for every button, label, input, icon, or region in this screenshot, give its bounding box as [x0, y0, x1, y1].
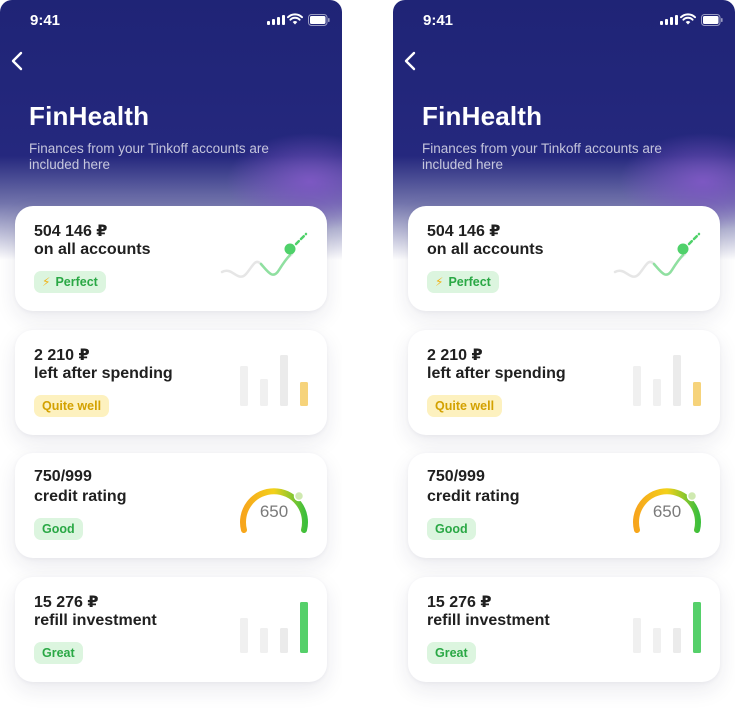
status-badge: Great	[34, 642, 83, 664]
lightning-icon: ⚡	[435, 275, 444, 289]
card-accounts[interactable]: 504 146 ₽ on all accounts ⚡ Perfect	[408, 206, 720, 311]
status-time: 9:41	[30, 12, 61, 29]
bar-chart-icon	[633, 355, 701, 406]
chart-bar	[653, 379, 661, 406]
card-description: on all accounts	[427, 241, 544, 258]
badge-label: Quite well	[42, 399, 102, 413]
card-value: 15 276 ₽	[34, 594, 99, 611]
status-badge: Good	[34, 518, 83, 540]
chart-bar	[300, 382, 308, 406]
gauge-value: 650	[653, 502, 681, 521]
chart-bar	[240, 618, 248, 653]
card-spending[interactable]: 2 210 ₽ left after spending Quite well	[408, 330, 720, 435]
card-investment[interactable]: 15 276 ₽ refill investment Great	[408, 577, 720, 682]
phone-screen-left: 9:41 FinHealth Finances from your Tinkof…	[0, 0, 342, 709]
back-arrow-icon[interactable]	[401, 50, 423, 72]
gauge-value: 650	[260, 502, 288, 521]
phone-screen-right: 9:41 FinHealth Finances from your Tinkof…	[393, 0, 735, 709]
status-time: 9:41	[423, 12, 454, 29]
badge-label: Perfect	[448, 275, 491, 289]
card-description: left after spending	[427, 365, 566, 382]
cellular-signal-icon	[267, 15, 285, 25]
chart-bar	[240, 366, 248, 406]
page-subtitle: Finances from your Tinkoff accounts are …	[422, 141, 662, 172]
bar-chart-icon	[633, 602, 701, 653]
status-badge: Quite well	[427, 395, 503, 417]
chart-bar	[260, 379, 268, 406]
card-value: 2 210 ₽	[34, 347, 90, 364]
wifi-icon	[287, 13, 303, 25]
cellular-signal-icon	[660, 15, 678, 25]
wifi-icon	[680, 13, 696, 25]
chart-bar	[673, 628, 681, 653]
status-badge: ⚡ Perfect	[427, 271, 499, 293]
chart-bar	[300, 602, 308, 653]
chart-bar	[653, 628, 661, 653]
chart-bar	[280, 355, 288, 406]
card-value: 750/999	[34, 468, 92, 485]
card-description: refill investment	[427, 612, 550, 629]
gauge-icon: 650	[633, 488, 701, 533]
page-title: FinHealth	[29, 101, 150, 131]
gauge-icon: 650	[240, 488, 308, 533]
chart-bar	[693, 382, 701, 406]
chart-bar	[260, 628, 268, 653]
status-badge: Good	[427, 518, 476, 540]
bar-chart-icon	[240, 355, 308, 406]
battery-icon	[308, 14, 330, 26]
card-value: 15 276 ₽	[427, 594, 492, 611]
chart-bar	[693, 602, 701, 653]
badge-label: Great	[42, 646, 75, 660]
status-badge: ⚡ Perfect	[34, 271, 106, 293]
trend-line-icon	[613, 232, 701, 278]
status-bar: 9:41	[0, 0, 342, 40]
chart-bar	[633, 618, 641, 653]
card-credit-rating[interactable]: 750/999 credit rating Good 650	[15, 453, 327, 558]
page-title: FinHealth	[422, 101, 543, 131]
card-accounts[interactable]: 504 146 ₽ on all accounts ⚡ Perfect	[15, 206, 327, 311]
chart-bar	[633, 366, 641, 406]
badge-label: Good	[435, 522, 468, 536]
card-value: 2 210 ₽	[427, 347, 483, 364]
card-value: 504 146 ₽	[427, 223, 501, 240]
chart-bar	[673, 355, 681, 406]
lightning-icon: ⚡	[42, 275, 51, 289]
back-arrow-icon[interactable]	[8, 50, 30, 72]
card-credit-rating[interactable]: 750/999 credit rating Good 650	[408, 453, 720, 558]
status-badge: Great	[427, 642, 476, 664]
card-description: left after spending	[34, 365, 173, 382]
card-value: 750/999	[427, 468, 485, 485]
status-badge: Quite well	[34, 395, 110, 417]
trend-line-icon	[220, 232, 308, 278]
badge-label: Great	[435, 646, 468, 660]
chart-bar	[280, 628, 288, 653]
card-description: credit rating	[34, 488, 127, 505]
card-description: on all accounts	[34, 241, 151, 258]
card-value: 504 146 ₽	[34, 223, 108, 240]
page-subtitle: Finances from your Tinkoff accounts are …	[29, 141, 269, 172]
battery-icon	[701, 14, 723, 26]
status-bar: 9:41	[393, 0, 735, 40]
bar-chart-icon	[240, 602, 308, 653]
card-spending[interactable]: 2 210 ₽ left after spending Quite well	[15, 330, 327, 435]
badge-label: Perfect	[55, 275, 98, 289]
badge-label: Quite well	[435, 399, 495, 413]
card-investment[interactable]: 15 276 ₽ refill investment Great	[15, 577, 327, 682]
badge-label: Good	[42, 522, 75, 536]
card-description: refill investment	[34, 612, 157, 629]
card-description: credit rating	[427, 488, 520, 505]
